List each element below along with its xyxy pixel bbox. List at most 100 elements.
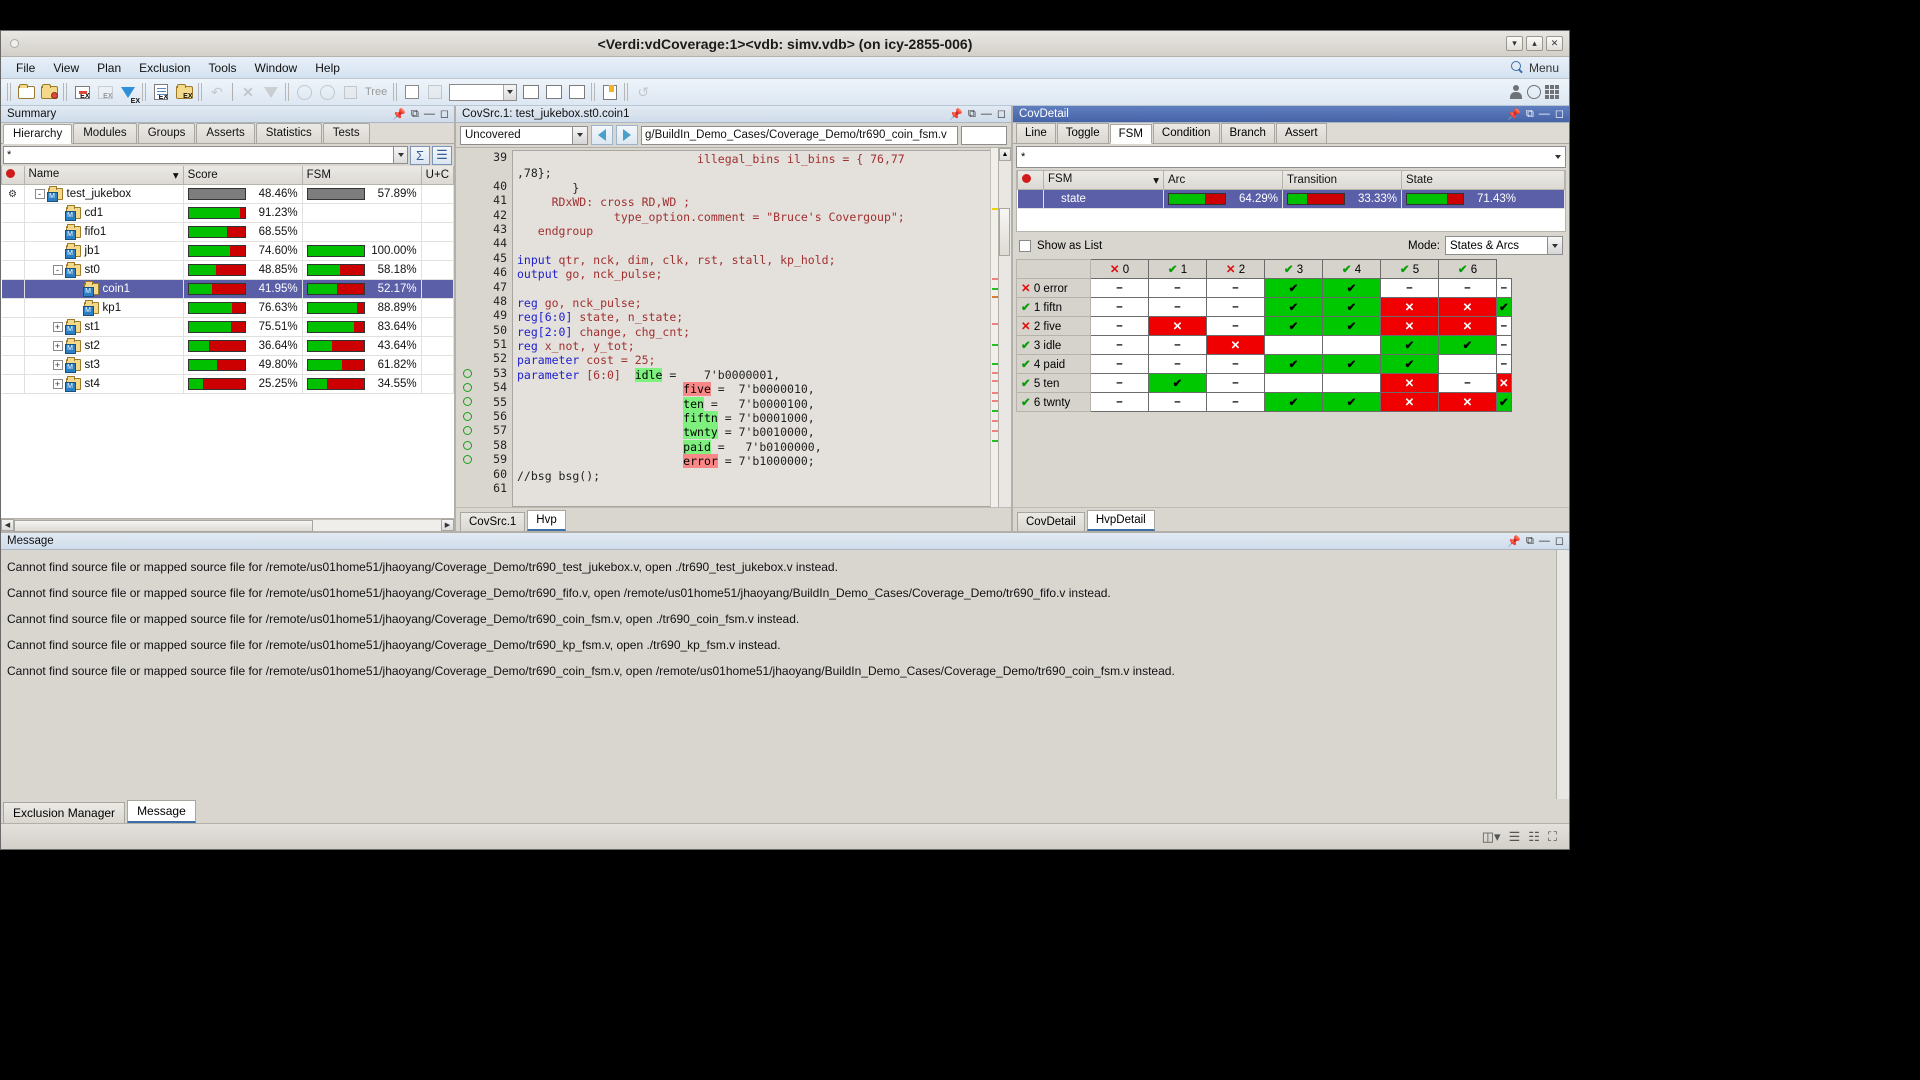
- message-maximize-icon[interactable]: ◻: [1555, 535, 1564, 547]
- detail-filter-input[interactable]: *: [1016, 146, 1566, 168]
- close-button[interactable]: ✕: [1546, 36, 1563, 51]
- filter-exclusion-icon[interactable]: EX: [117, 81, 140, 105]
- fsm-row[interactable]: state 64.29% 33.33% 71.43%: [1017, 189, 1565, 209]
- matrix-col-header[interactable]: ✕ 0: [1090, 259, 1149, 279]
- matrix-row[interactable]: ✔ 6 twnty – – – ✔ ✔ ✕ ✕ ✔: [1016, 392, 1512, 412]
- matrix-cell-uncovered[interactable]: ✕: [1438, 392, 1497, 412]
- stop-square-icon[interactable]: [339, 81, 361, 103]
- matrix-row[interactable]: ✕ 0 error – – – ✔ ✔ – – –: [1016, 278, 1512, 298]
- chevron-down-icon[interactable]: [503, 84, 517, 100]
- tab-groups[interactable]: Groups: [137, 123, 196, 143]
- mode-chevron-down-icon[interactable]: [1547, 237, 1562, 254]
- matrix-cell-na[interactable]: –: [1206, 373, 1265, 393]
- detail-minimize-icon[interactable]: —: [1539, 108, 1550, 120]
- matrix-cell-uncovered[interactable]: ✕: [1438, 316, 1497, 336]
- source-minimize-icon[interactable]: —: [981, 108, 992, 120]
- matrix-cell-covered[interactable]: ✔: [1322, 354, 1381, 374]
- matrix-cell-uncovered[interactable]: ✕: [1206, 335, 1265, 355]
- matrix-col-header[interactable]: ✔ 6: [1438, 259, 1497, 279]
- matrix-cell-covered[interactable]: ✔: [1322, 392, 1381, 412]
- matrix-cell-covered[interactable]: ✔: [1322, 316, 1381, 336]
- gear-icon[interactable]: ⚙: [8, 189, 17, 200]
- row-marker[interactable]: [1, 336, 25, 356]
- toolbar-grip-3[interactable]: [142, 83, 147, 101]
- fsm-summary-table[interactable]: FSM ▾ Arc Transition State state 64.29% 33.…: [1016, 170, 1566, 232]
- row-marker[interactable]: [1, 241, 25, 261]
- matrix-cell-covered[interactable]: ✔: [1264, 392, 1323, 412]
- detail-col-arc[interactable]: Arc: [1163, 171, 1283, 190]
- message-list[interactable]: Cannot find source file or mapped source…: [1, 550, 1569, 799]
- source-vscroll-thumb[interactable]: [999, 208, 1010, 256]
- search-icon[interactable]: [1510, 61, 1524, 74]
- detail-maximize-icon[interactable]: ◻: [1555, 108, 1564, 120]
- code-text[interactable]: illegal_bins il_bins = { 76,77 ,78}; } RD…: [512, 150, 990, 507]
- matrix-cell-covered[interactable]: ✔: [1322, 297, 1381, 317]
- window-menu-icon[interactable]: [10, 39, 19, 48]
- matrix-cell-empty[interactable]: [1322, 373, 1381, 393]
- annotate-icon[interactable]: [401, 81, 423, 103]
- row-marker[interactable]: [1, 355, 25, 375]
- tab-statistics[interactable]: Statistics: [255, 123, 322, 143]
- toolbar-combo[interactable]: [449, 83, 518, 101]
- row-marker[interactable]: [1, 298, 25, 318]
- source-extra-input[interactable]: [961, 125, 1007, 145]
- detail-col-transition[interactable]: Transition: [1282, 171, 1402, 190]
- matrix-cell-uncovered[interactable]: ✕: [1496, 373, 1512, 393]
- fsm-matrix-wrap[interactable]: ✕ 0 ✔ 1 ✕ 2 ✔ 3 ✔ 4 ✔ 5 ✔ 6 ✕ 0 error – – – ✔ ✔ – – – ✔…: [1013, 259, 1569, 412]
- menu-view[interactable]: View: [44, 59, 88, 77]
- save-exclusion-icon[interactable]: EX: [150, 81, 172, 103]
- tab-message[interactable]: Message: [127, 800, 196, 823]
- grid-layout-icon[interactable]: [1545, 85, 1559, 99]
- message-vscrollbar[interactable]: [1556, 550, 1569, 799]
- matrix-cell-na[interactable]: –: [1148, 297, 1207, 317]
- menu-tools[interactable]: Tools: [200, 59, 246, 77]
- tab-hvpdetail[interactable]: HvpDetail: [1086, 510, 1155, 531]
- source-maximize-icon[interactable]: ◻: [997, 108, 1006, 120]
- next-uncovered-button[interactable]: [616, 125, 638, 145]
- matrix-col-header[interactable]: ✔ 1: [1148, 259, 1207, 279]
- row-name[interactable]: + st4: [24, 374, 184, 394]
- matrix-cell-covered[interactable]: ✔: [1380, 354, 1439, 374]
- undo-icon[interactable]: ↶: [206, 81, 228, 103]
- matrix-cell-na[interactable]: –: [1090, 297, 1149, 317]
- table-row[interactable]: + st2 36.64% 43.64%: [1, 336, 454, 356]
- matrix-cell-na[interactable]: –: [1090, 278, 1149, 298]
- matrix-cell-uncovered[interactable]: ✕: [1380, 373, 1439, 393]
- matrix-cell-covered[interactable]: ✔: [1148, 373, 1207, 393]
- tab-condition[interactable]: Condition: [1152, 123, 1220, 143]
- toolbar-grip-2[interactable]: [63, 83, 68, 101]
- matrix-cell-covered[interactable]: ✔: [1264, 297, 1323, 317]
- message-minimize-icon[interactable]: —: [1539, 535, 1550, 547]
- row-marker[interactable]: [1, 279, 25, 299]
- tab-asserts[interactable]: Asserts: [196, 123, 255, 143]
- tree-expander[interactable]: +: [52, 378, 63, 389]
- tree-expander[interactable]: -: [34, 188, 45, 199]
- table-row[interactable]: kp1 76.63% 88.89%: [1, 298, 454, 318]
- summary-grid[interactable]: Name▾ Score FSM U+C ⚙ - test_jukebox 48.46%…: [1, 166, 454, 518]
- matrix-cell-na[interactable]: –: [1206, 316, 1265, 336]
- check-circle-icon[interactable]: [293, 81, 315, 103]
- row-name[interactable]: + st2: [24, 336, 184, 356]
- matrix-row[interactable]: ✕ 2 five – ✕ – ✔ ✔ ✕ ✕ –: [1016, 316, 1512, 336]
- matrix-cell-covered[interactable]: ✔: [1438, 335, 1497, 355]
- matrix-row-header[interactable]: ✔ 1 fiftn: [1016, 297, 1091, 317]
- matrix-cell-na[interactable]: –: [1206, 297, 1265, 317]
- tab-exclusion-manager[interactable]: Exclusion Manager: [3, 802, 126, 823]
- matrix-cell-na[interactable]: –: [1090, 354, 1149, 374]
- tree-expander[interactable]: -: [52, 264, 63, 275]
- open-folder-icon[interactable]: [15, 81, 37, 103]
- toolbar-grip-5[interactable]: [285, 83, 290, 101]
- detail-col-state[interactable]: State: [1401, 171, 1565, 190]
- detail-filter-chevron-icon[interactable]: [1551, 147, 1565, 167]
- matrix-row-header[interactable]: ✔ 6 twnty: [1016, 392, 1091, 412]
- table-row[interactable]: - st0 48.85% 58.18%: [1, 260, 454, 280]
- matrix-col-header[interactable]: ✔ 5: [1380, 259, 1439, 279]
- matrix-cell-na[interactable]: –: [1496, 335, 1512, 355]
- remove-exclusion-icon[interactable]: EX: [71, 81, 93, 103]
- row-name[interactable]: cd1: [24, 203, 184, 223]
- matrix-row[interactable]: ✔ 1 fiftn – – – ✔ ✔ ✕ ✕ ✔: [1016, 297, 1512, 317]
- table-row[interactable]: ⚙ - test_jukebox 48.46% 57.89%: [1, 184, 454, 204]
- maximize-button[interactable]: ▴: [1526, 36, 1543, 51]
- show-as-list-checkbox[interactable]: [1019, 239, 1031, 252]
- undock-icon[interactable]: ⧉: [411, 108, 419, 120]
